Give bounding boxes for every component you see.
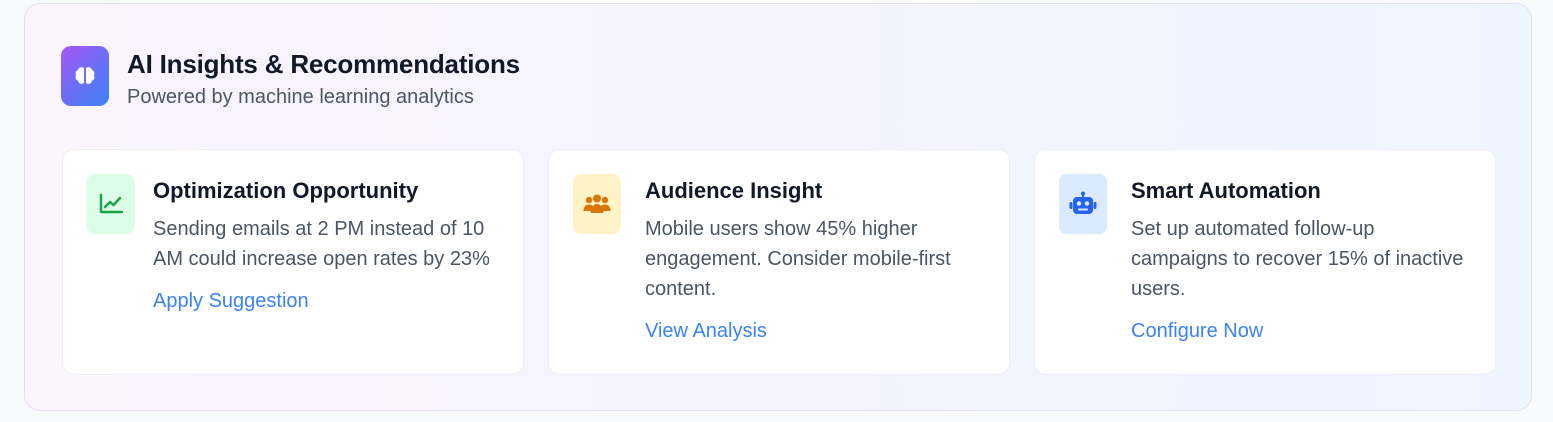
insight-card-optimization: Optimization Opportunity Sending emails … [62,149,524,375]
card-title: Audience Insight [645,178,823,203]
insight-card-automation: Smart Automation Set up automated follow… [1034,149,1496,375]
panel-title: AI Insights & Recommendations [127,49,520,79]
apply-suggestion-link[interactable]: Apply Suggestion [153,286,503,316]
card-description: Sending emails at 2 PM instead of 10 AM … [153,218,490,270]
card-title: Optimization Opportunity [153,178,419,203]
users-icon [573,174,621,234]
brain-icon [61,46,109,106]
panel-subtitle: Powered by machine learning analytics [127,86,474,108]
card-title: Smart Automation [1131,178,1321,203]
view-analysis-link[interactable]: View Analysis [645,316,989,346]
card-description: Mobile users show 45% higher engagement.… [645,218,951,300]
card-description: Set up automated follow-up campaigns to … [1131,218,1464,300]
line-chart-icon [87,174,135,234]
insight-card-audience: Audience Insight Mobile users show 45% h… [548,149,1010,375]
robot-icon [1059,174,1107,234]
ai-insights-panel: AI Insights & Recommendations Powered by… [24,3,1532,411]
panel-header: AI Insights & Recommendations Powered by… [61,46,520,110]
configure-now-link[interactable]: Configure Now [1131,316,1475,346]
